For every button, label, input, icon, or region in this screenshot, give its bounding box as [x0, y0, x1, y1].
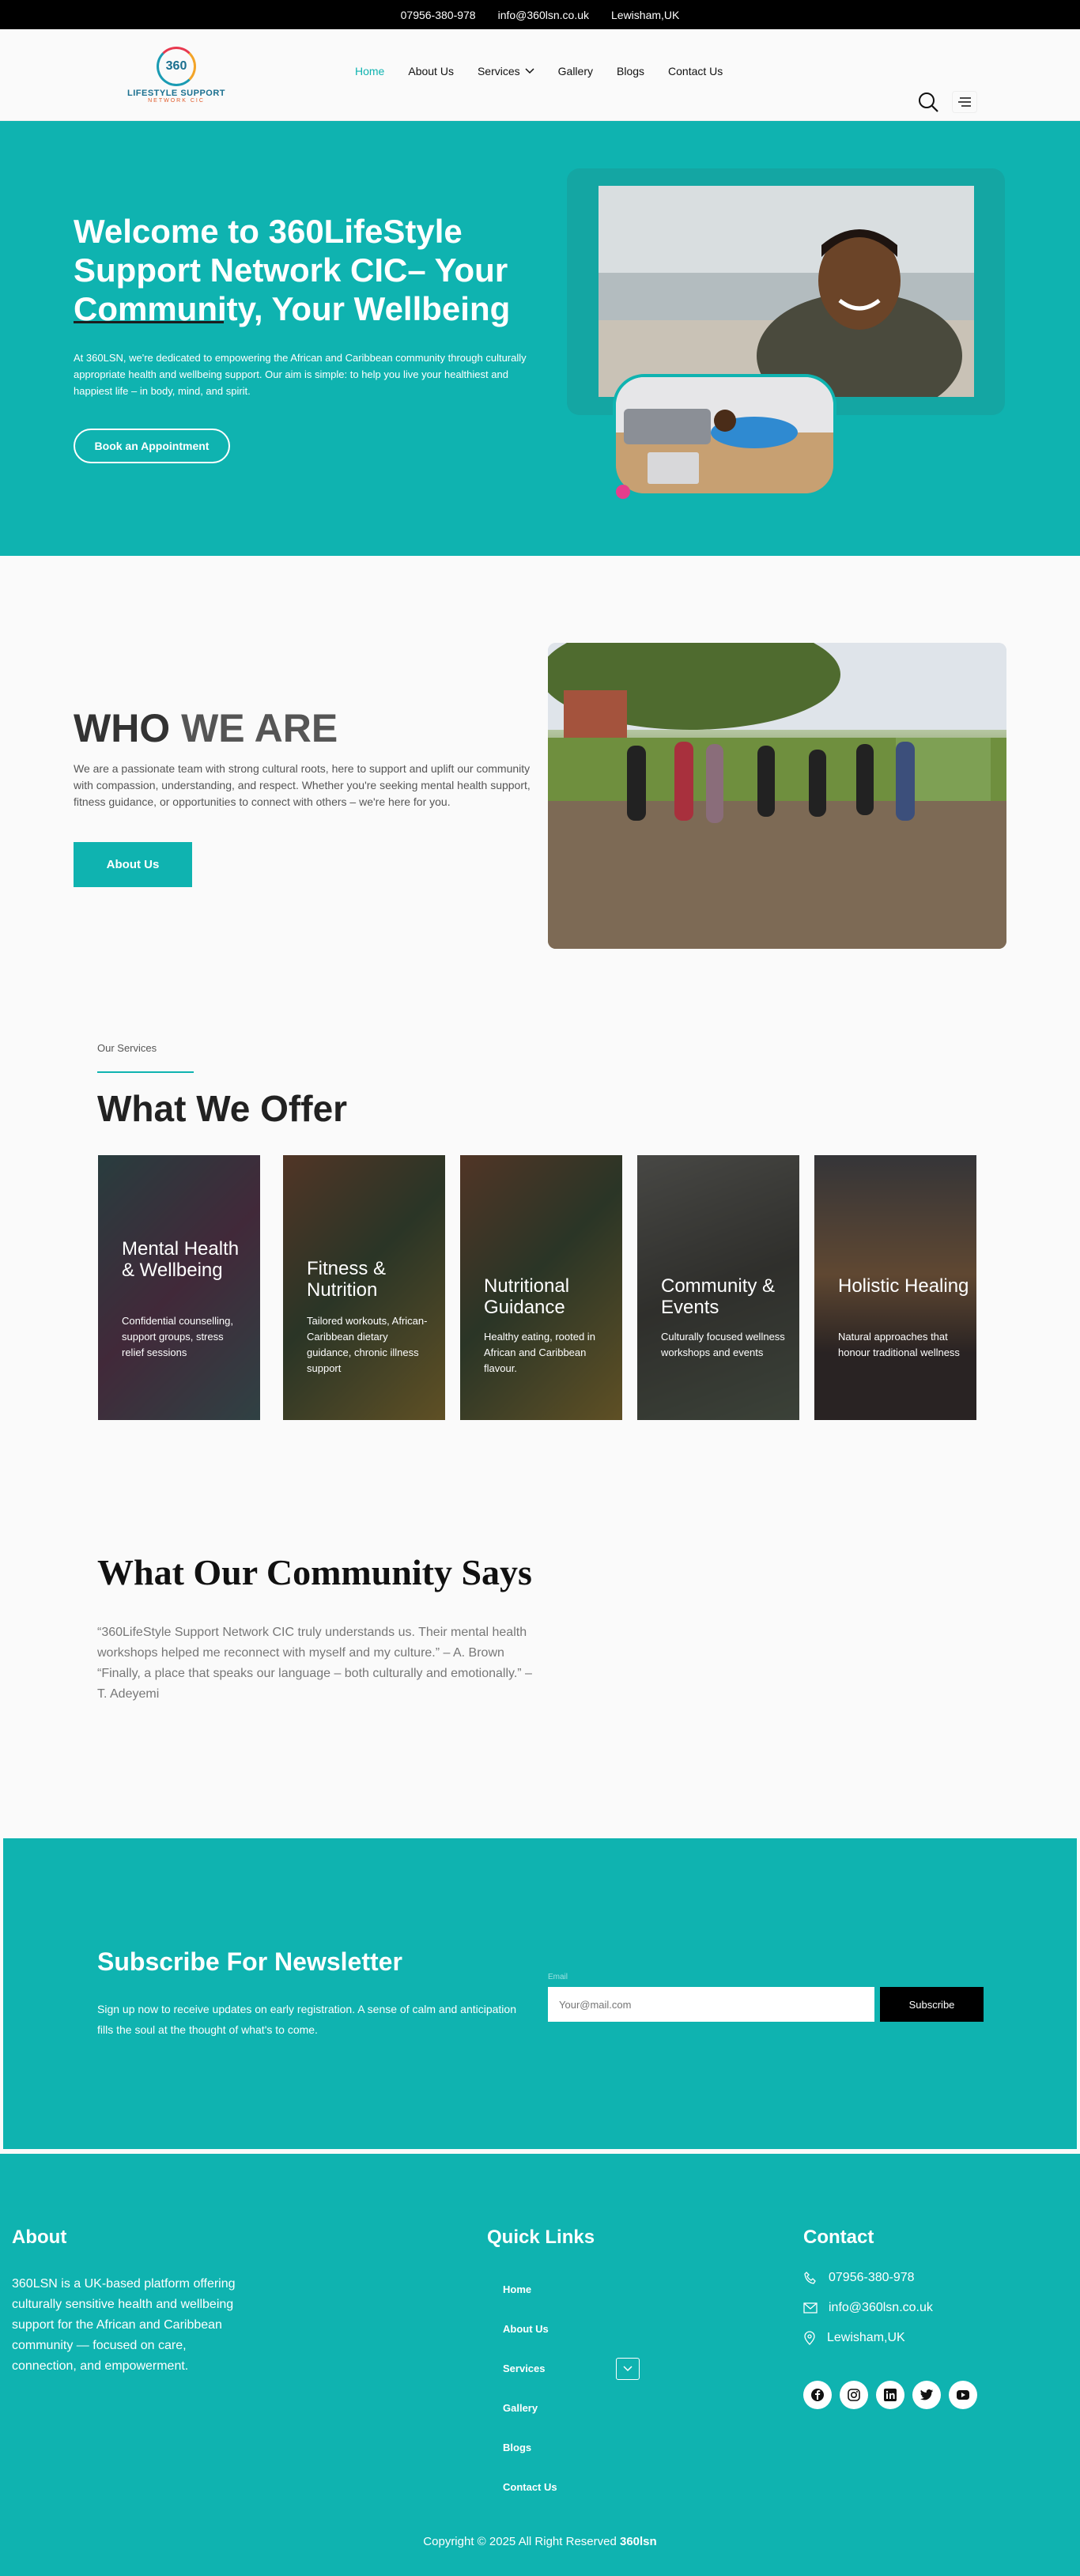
topbar-location: Lewisham,UK	[611, 8, 680, 21]
newsletter-description: Sign up now to receive updates on early …	[97, 2003, 516, 2036]
service-card-text: Culturally focused wellness workshops an…	[661, 1331, 785, 1358]
service-card-text: Healthy eating, rooted in African and Ca…	[484, 1331, 595, 1374]
subscribe-button[interactable]: Subscribe	[880, 1987, 984, 2022]
hero-section: Welcome to 360LifeStyle Support Network …	[0, 121, 1080, 556]
footer-about-text: 360LSN is a UK-based platform offering c…	[12, 2277, 236, 2373]
footer-link-contact[interactable]: Contact Us	[503, 2481, 557, 2493]
site-logo[interactable]: 360 LIFESTYLE SUPPORT NETWORK CIC	[125, 47, 228, 104]
topbar-phone[interactable]: 07956-380-978	[401, 9, 476, 21]
newsletter-title: Subscribe For Newsletter	[97, 1947, 402, 1976]
footer-location: Lewisham,UK	[803, 2331, 905, 2345]
service-card-nutrition[interactable]: Nutritional Guidance Healthy eating, roo…	[460, 1155, 622, 1420]
site-header: 360 LIFESTYLE SUPPORT NETWORK CIC Home A…	[0, 29, 1080, 121]
copyright-brand[interactable]: 360lsn	[620, 2535, 657, 2548]
footer-email-text: info@360lsn.co.uk	[829, 2301, 933, 2314]
hero-image-man	[599, 186, 974, 397]
nav-home[interactable]: Home	[355, 65, 384, 77]
nav-about[interactable]: About Us	[408, 65, 454, 77]
testimonial-quote: “360LifeStyle Support Network CIC truly …	[97, 1626, 527, 1660]
logo-sub: NETWORK CIC	[148, 98, 205, 104]
footer-contact-title: Contact	[803, 2227, 874, 2248]
footer-link-services[interactable]: Services	[503, 2363, 546, 2374]
testimonial-quote: “Finally, a place that speaks our langua…	[97, 1667, 532, 1701]
hero-title: Welcome to 360LifeStyle Support Network …	[74, 213, 511, 327]
community-garden-image	[548, 643, 1006, 949]
hero-underline	[74, 321, 224, 323]
service-card-text: Natural approaches that honour tradition…	[838, 1331, 960, 1358]
service-card-community[interactable]: Community & Events Culturally focused we…	[637, 1155, 799, 1420]
testimonials-text: “360LifeStyle Support Network CIC truly …	[97, 1622, 540, 1705]
search-icon	[919, 93, 938, 112]
footer-link-about[interactable]: About Us	[503, 2323, 549, 2335]
who-title-a: WHO	[74, 706, 182, 750]
who-description: We are a passionate team with strong cul…	[74, 762, 531, 808]
service-card-holistic[interactable]: Holistic Healing Natural approaches that…	[814, 1155, 976, 1420]
service-card-title: Nutritional Guidance	[484, 1275, 570, 1318]
logo-name: LIFESTYLE SUPPORT	[127, 89, 225, 98]
services-label-line	[97, 1071, 194, 1073]
services-title: What We Offer	[97, 1088, 348, 1129]
who-title-b: WE ARE	[181, 706, 338, 750]
footer-link-gallery[interactable]: Gallery	[503, 2402, 538, 2414]
footer-link-home[interactable]: Home	[503, 2283, 531, 2295]
hero-description: At 360LSN, we're dedicated to empowering…	[74, 352, 527, 397]
about-us-button[interactable]: About Us	[74, 842, 192, 887]
twitter-icon[interactable]	[912, 2381, 941, 2409]
topbar-email[interactable]: info@360lsn.co.uk	[498, 9, 589, 21]
nav-gallery[interactable]: Gallery	[558, 65, 593, 77]
services-label: Our Services	[97, 1042, 157, 1054]
footer-location-text: Lewisham,UK	[827, 2331, 905, 2344]
nav-contact[interactable]: Contact Us	[668, 65, 723, 77]
social-links	[803, 2381, 977, 2409]
copyright-text: Copyright © 2025 All Right Reserved	[423, 2535, 620, 2548]
youtube-icon[interactable]	[949, 2381, 977, 2409]
nav-services[interactable]: Services	[478, 65, 534, 77]
chevron-down-icon	[525, 68, 534, 74]
footer-phone-text: 07956-380-978	[829, 2271, 915, 2284]
footer-services-toggle[interactable]	[616, 2358, 640, 2380]
service-card-title: Holistic Healing	[838, 1275, 969, 1297]
newsletter-section: Subscribe For Newsletter Sign up now to …	[3, 1838, 1077, 2149]
service-card-title: Mental Health & Wellbeing	[122, 1238, 240, 1281]
footer-link-blogs[interactable]: Blogs	[503, 2442, 531, 2453]
main-nav: Home About Us Services Gallery Blogs Con…	[355, 65, 723, 77]
location-pin-icon	[804, 2331, 815, 2345]
menu-icon	[958, 97, 971, 107]
footer-phone[interactable]: 07956-380-978	[803, 2271, 915, 2285]
footer-email[interactable]: info@360lsn.co.uk	[803, 2301, 933, 2315]
service-card-title: Community & Events	[661, 1275, 776, 1318]
book-appointment-button[interactable]: Book an Appointment	[74, 429, 230, 463]
facebook-icon[interactable]	[803, 2381, 832, 2409]
footer-about-title: About	[12, 2227, 67, 2248]
who-title: WHO WE ARE	[74, 705, 338, 751]
site-footer: About 360LSN is a UK-based platform offe…	[0, 2154, 1080, 2576]
linkedin-icon[interactable]	[876, 2381, 904, 2409]
testimonials-title: What Our Community Says	[97, 1552, 532, 1592]
service-card-title: Fitness & Nutrition	[307, 1258, 387, 1301]
mail-icon	[803, 2302, 818, 2313]
decorative-dot	[616, 485, 630, 499]
newsletter-email-input[interactable]	[548, 1987, 874, 2022]
service-card-mental-health[interactable]: Mental Health & Wellbeing Confidential c…	[98, 1155, 260, 1420]
service-card-text: Tailored workouts, African-Caribbean die…	[307, 1315, 428, 1374]
chevron-down-icon	[623, 2366, 633, 2372]
nav-blogs[interactable]: Blogs	[617, 65, 644, 77]
instagram-icon[interactable]	[840, 2381, 868, 2409]
footer-copyright: Copyright © 2025 All Right Reserved 360l…	[0, 2535, 1080, 2548]
logo-mark: 360	[157, 47, 196, 86]
search-button[interactable]	[917, 91, 939, 113]
menu-button[interactable]	[952, 91, 977, 113]
top-bar: 07956-380-978 info@360lsn.co.uk Lewisham…	[0, 0, 1080, 29]
footer-links-title: Quick Links	[487, 2227, 595, 2248]
service-card-text: Confidential counselling, support groups…	[122, 1315, 233, 1358]
hero-image-workout	[613, 374, 836, 497]
newsletter-email-label: Email	[548, 1973, 568, 1981]
service-card-fitness[interactable]: Fitness & Nutrition Tailored workouts, A…	[283, 1155, 445, 1420]
nav-services-label: Services	[477, 65, 520, 77]
phone-icon	[804, 2272, 816, 2284]
